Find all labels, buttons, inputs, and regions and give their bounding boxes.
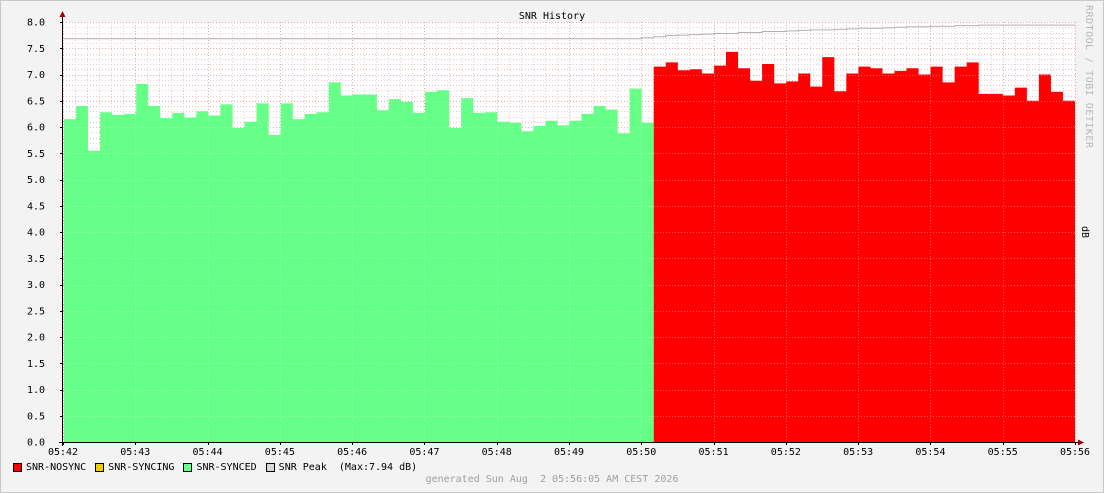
legend-label-nosync: SNR-NOSYNC xyxy=(26,461,87,473)
x-tick-label: 05:49 xyxy=(554,447,584,458)
legend-swatch-synced xyxy=(183,462,193,472)
legend-label-syncing: SNR-SYNCING xyxy=(108,461,175,473)
y-tick-label: 4.0 xyxy=(27,228,45,239)
legend-item-syncing: SNR-SYNCING xyxy=(95,462,174,473)
y-tick-label: 6.5 xyxy=(27,96,45,107)
y-tick-label: 5.5 xyxy=(27,149,45,160)
x-tick-label: 05:53 xyxy=(843,447,873,458)
series-area-synced xyxy=(64,82,654,442)
x-tick-label: 05:56 xyxy=(1060,447,1090,458)
y-tick-label: 1.5 xyxy=(27,359,45,370)
rrdtool-watermark: RRDTOOL / TOBI OETIKER xyxy=(1083,5,1094,149)
y-tick-label: 2.5 xyxy=(27,306,45,317)
legend-swatch-peak xyxy=(265,462,275,472)
y-tick-label: 5.0 xyxy=(27,175,45,186)
legend-item-nosync: SNR-NOSYNC xyxy=(13,462,86,473)
x-tick-label: 05:47 xyxy=(409,447,439,458)
y-tick-label: 6.0 xyxy=(27,123,45,134)
y-tick-label: 4.5 xyxy=(27,201,45,212)
snr-history-chart: SNR History 0.0 0.5 1.0 1.5 2.0 2.5 3.0 3.5 4.0 4… xyxy=(27,11,1090,458)
y-axis-unit-label: dB xyxy=(1079,226,1090,239)
y-tick-label: 1.0 xyxy=(27,385,45,396)
y-tick-label: 2.0 xyxy=(27,333,45,344)
legend-item-peak: SNR Peak (Max:7.94 dB) xyxy=(265,461,418,473)
legend-label-synced: SNR-SYNCED xyxy=(196,461,257,473)
y-axis-arrow xyxy=(59,11,66,17)
y-tick-label: 3.5 xyxy=(27,254,45,265)
x-tick-label: 05:46 xyxy=(337,447,367,458)
x-tick-label: 05:51 xyxy=(699,447,729,458)
y-tick-label: 0.0 xyxy=(27,438,45,449)
x-tick-label: 05:43 xyxy=(120,447,150,458)
x-tick-label: 05:52 xyxy=(771,447,801,458)
generated-timestamp: generated Sun Aug 2 05:56:05 AM CEST 202… xyxy=(425,474,679,485)
legend-swatch-nosync xyxy=(13,462,22,472)
x-tick-label: 05:42 xyxy=(48,447,78,458)
x-axis-arrow xyxy=(1078,439,1084,446)
y-tick-label: 0.5 xyxy=(27,411,45,422)
x-tick-label: 05:48 xyxy=(482,447,512,458)
legend-label-peak: SNR Peak (Max:7.94 dB) xyxy=(278,461,418,473)
x-tick-labels: 05:42 05:43 05:44 05:45 05:46 05:47 05:48 05:49… xyxy=(48,447,1090,458)
y-tick-label: 7.5 xyxy=(27,44,45,55)
x-tick-label: 05:44 xyxy=(193,447,223,458)
legend-item-synced: SNR-SYNCED xyxy=(183,461,257,473)
legend: SNR-NOSYNC SNR-SYNCING SNR-SYNCED SNR Pe… xyxy=(13,460,426,474)
x-tick-label: 05:45 xyxy=(265,447,295,458)
y-tick-label: 7.0 xyxy=(27,70,45,81)
y-tick-labels: 0.0 0.5 1.0 1.5 2.0 2.5 3.0 3.5 4.0 4.5 5.0 5.5 6.0 6… xyxy=(27,18,45,449)
y-tick-label: 3.0 xyxy=(27,280,45,291)
x-tick-label: 05:50 xyxy=(626,447,656,458)
y-tick-label: 8.0 xyxy=(27,18,45,29)
chart-title: SNR History xyxy=(519,11,585,22)
x-tick-label: 05:55 xyxy=(988,447,1018,458)
legend-swatch-syncing xyxy=(95,462,105,472)
series-area-nosync xyxy=(653,51,1075,443)
x-tick-label: 05:54 xyxy=(915,447,945,458)
